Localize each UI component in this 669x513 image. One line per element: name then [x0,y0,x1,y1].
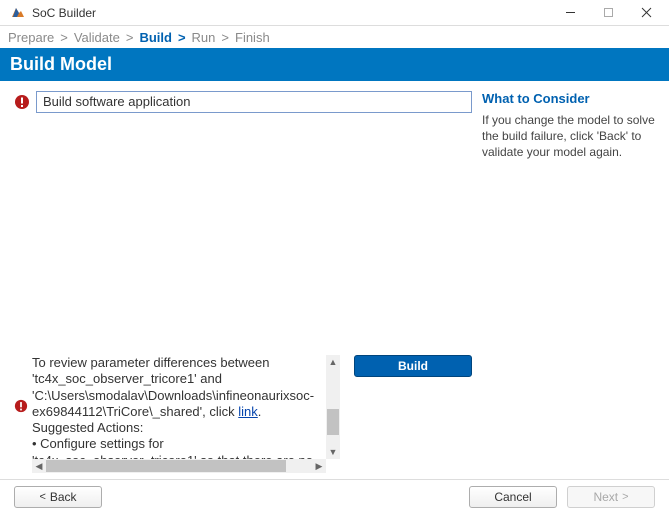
breadcrumb-step-validate: Validate [74,30,120,45]
chevron-left-icon: < [39,491,45,503]
message-text: To review parameter differences between … [32,355,326,459]
breadcrumb-step-finish: Finish [235,30,270,45]
help-panel: What to Consider If you change the model… [476,81,669,479]
app-logo-icon [10,5,26,21]
message-link[interactable]: link [238,404,258,419]
chevron-right-icon: > [622,491,628,503]
message-box: To review parameter differences between … [32,355,340,473]
build-status-field: Build software application [36,91,472,113]
scroll-left-icon[interactable]: ◀ [32,459,46,473]
horizontal-scrollbar[interactable]: ◀ ▶ [32,459,326,473]
help-body: If you change the model to solve the bui… [482,112,657,161]
maximize-button[interactable] [589,1,627,25]
footer: <Back Cancel Next> [0,479,669,513]
title-bar: SoC Builder [0,0,669,26]
scroll-up-icon[interactable]: ▲ [326,355,340,369]
breadcrumb: Prepare> Validate> Build> Run> Finish [0,26,669,48]
back-button[interactable]: <Back [14,486,102,508]
breadcrumb-step-run: Run [192,30,216,45]
scroll-thumb[interactable] [327,409,339,435]
scroll-right-icon[interactable]: ▶ [312,459,326,473]
build-button[interactable]: Build [354,355,472,377]
scroll-down-icon[interactable]: ▼ [326,445,340,459]
close-button[interactable] [627,1,665,25]
minimize-button[interactable] [551,1,589,25]
main-panel: Build software application To review par… [0,81,476,479]
breadcrumb-step-prepare: Prepare [8,30,54,45]
breadcrumb-step-build: Build [139,30,172,45]
vertical-scrollbar[interactable]: ▲ ▼ [326,355,340,459]
message-error-icon [14,399,28,413]
hscroll-thumb[interactable] [46,460,286,472]
error-icon [14,94,30,110]
help-heading: What to Consider [482,91,657,106]
window-title: SoC Builder [32,6,551,20]
page-title: Build Model [0,48,669,81]
cancel-button[interactable]: Cancel [469,486,557,508]
next-button: Next> [567,486,655,508]
